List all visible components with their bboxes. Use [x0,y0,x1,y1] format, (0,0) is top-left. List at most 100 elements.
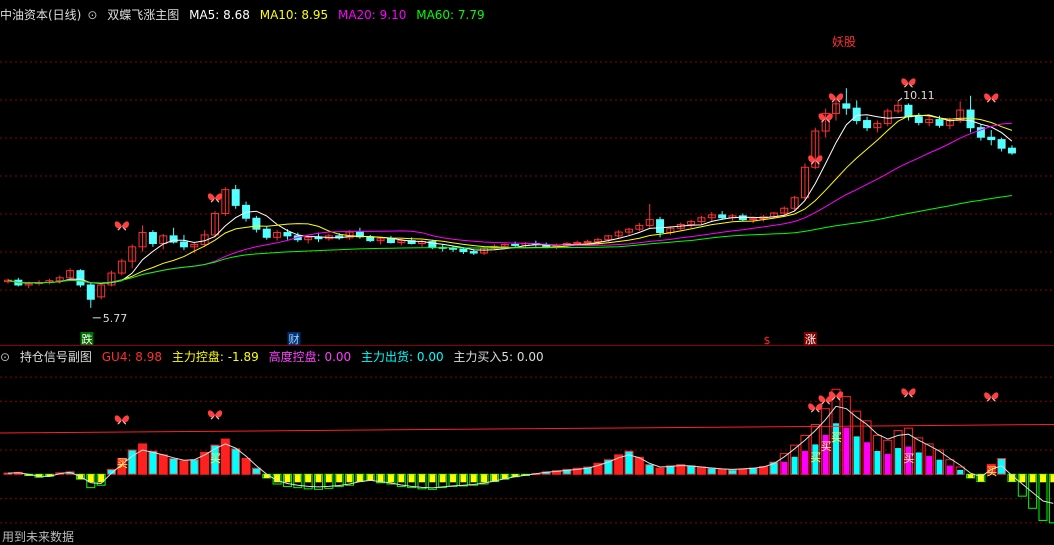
ma20-value: MA20: 9.10 [337,8,407,22]
high-ctrl-value: 高度控盘: 0.00 [268,350,352,364]
butterfly-icon [114,221,129,231]
signal-bar-negative-inner [315,474,322,483]
sub-signal-chart[interactable]: 买买买买买买买 [0,345,1054,545]
signal-bar-negative-inner [967,474,974,478]
candle [852,107,861,122]
signal-bar-negative-inner [408,474,415,483]
dollar-signal: $ [764,334,771,345]
ma5-line [7,114,1013,285]
signal-bar-negative-inner [450,474,457,483]
candle [179,241,188,248]
formula-dropdown-icon[interactable]: ⊙ [87,8,97,22]
candle [573,242,582,245]
signal-bar-negative-inner [460,474,467,483]
candle [842,103,851,109]
signal-bar [251,467,261,475]
signal-bar [645,464,655,475]
sub-title[interactable]: 持仓信号副图 [20,350,92,364]
low-price-label: 5.77 [103,312,128,325]
candle [583,241,592,244]
ma60-value: MA60: 7.79 [416,8,485,22]
buy-signal-label: 买 [117,457,128,470]
signal-bar [241,458,251,475]
signal-bar [696,466,706,475]
signal-bar-inner [946,465,953,475]
candle [449,247,458,250]
buy-signal-label: 买 [831,431,842,444]
signal-bar-negative-inner [1050,474,1054,483]
buy-signal-label: 买 [986,465,997,478]
ship-value: 主力出货: 0.00 [361,350,444,364]
candle [935,119,944,126]
formula-dropdown-icon[interactable]: ⊙ [0,350,10,364]
candle [718,214,727,219]
candle [76,270,85,286]
signal-bar-negative-inner [346,474,353,483]
signal-bar [738,468,748,475]
signal-bar-inner [853,436,860,475]
signal-bar-negative-inner [481,474,488,483]
signal-bar-negative-inner [470,474,477,483]
signal-bar [686,465,696,475]
candle [1007,147,1016,154]
signal-bar-negative-inner [1040,474,1046,483]
butterfly-icon [207,410,223,420]
candle [987,136,996,141]
signal-bar-negative-inner [356,474,363,482]
signal-bar [748,467,758,475]
candle [997,139,1006,149]
candle [904,104,913,118]
signal-bar-inner [926,456,933,475]
candle [148,232,157,244]
butterfly-icon [901,78,916,88]
signal-bar-inner [936,459,943,475]
sub-chart-header: ⊙ 持仓信号副图 GU4: 8.98 主力控盘: -1.89 高度控盘: 0.0… [0,348,1054,366]
ma5-value: MA5: 8.68 [189,8,250,22]
signal-bar-inner [895,448,902,475]
main-price-chart[interactable]: 妖股 10.11 5.77 跌 财 $ 涨 [0,0,1054,345]
candle [86,284,95,300]
candle [656,219,665,234]
main-chart-header: 中油资本(日线) ⊙ 双蝶飞涨主图 MA5: 8.68 MA10: 8.95 MA… [0,6,1054,24]
ma60-line [7,195,1012,284]
signal-bar-negative-inner [439,474,446,483]
signal-bar-inner [791,456,798,475]
signal-bar-inner [801,450,808,475]
signal-bar [158,454,168,475]
candle [863,120,872,129]
ma20-line [7,122,1012,284]
candle [314,236,323,240]
finance-badge: 财 [288,332,299,345]
signal-bar-negative-inner [284,474,291,483]
butterfly-icon [114,415,129,425]
signal-bar [231,448,241,475]
signal-bar-inner [874,450,881,475]
signal-bar-inner [843,427,850,475]
signal-bar-inner [864,442,871,475]
candle [511,243,520,246]
signal-bar [138,443,148,475]
ma10-value: MA10: 8.95 [259,8,329,22]
buy-signal-label: 买 [210,452,221,465]
future-data-note: 用到未来数据 [2,530,75,544]
demon-stock-label: 妖股 [832,35,856,49]
candle [459,248,468,253]
signal-bar [728,469,737,475]
buy-signal-label: 买 [810,451,821,464]
buy-signal-label: 买 [903,452,914,465]
candle [469,251,478,254]
signal-bar [717,468,727,475]
candle [252,217,261,230]
candle [262,228,271,238]
butterfly-icon [984,93,999,103]
signal-bar-negative-inner [305,474,312,483]
rise-badge: 涨 [805,333,816,345]
formula-name[interactable]: 双蝶飞涨主图 [107,8,179,22]
signal-bar-negative-inner [398,474,405,483]
signal-bar [707,467,717,475]
signal-bar-negative-inner [294,474,301,483]
signal-bar-negative-inner [336,474,343,483]
signal-bar-negative-inner [387,474,394,483]
stock-name[interactable]: 中油资本(日线) [0,8,81,22]
butterfly-icon [207,193,223,203]
